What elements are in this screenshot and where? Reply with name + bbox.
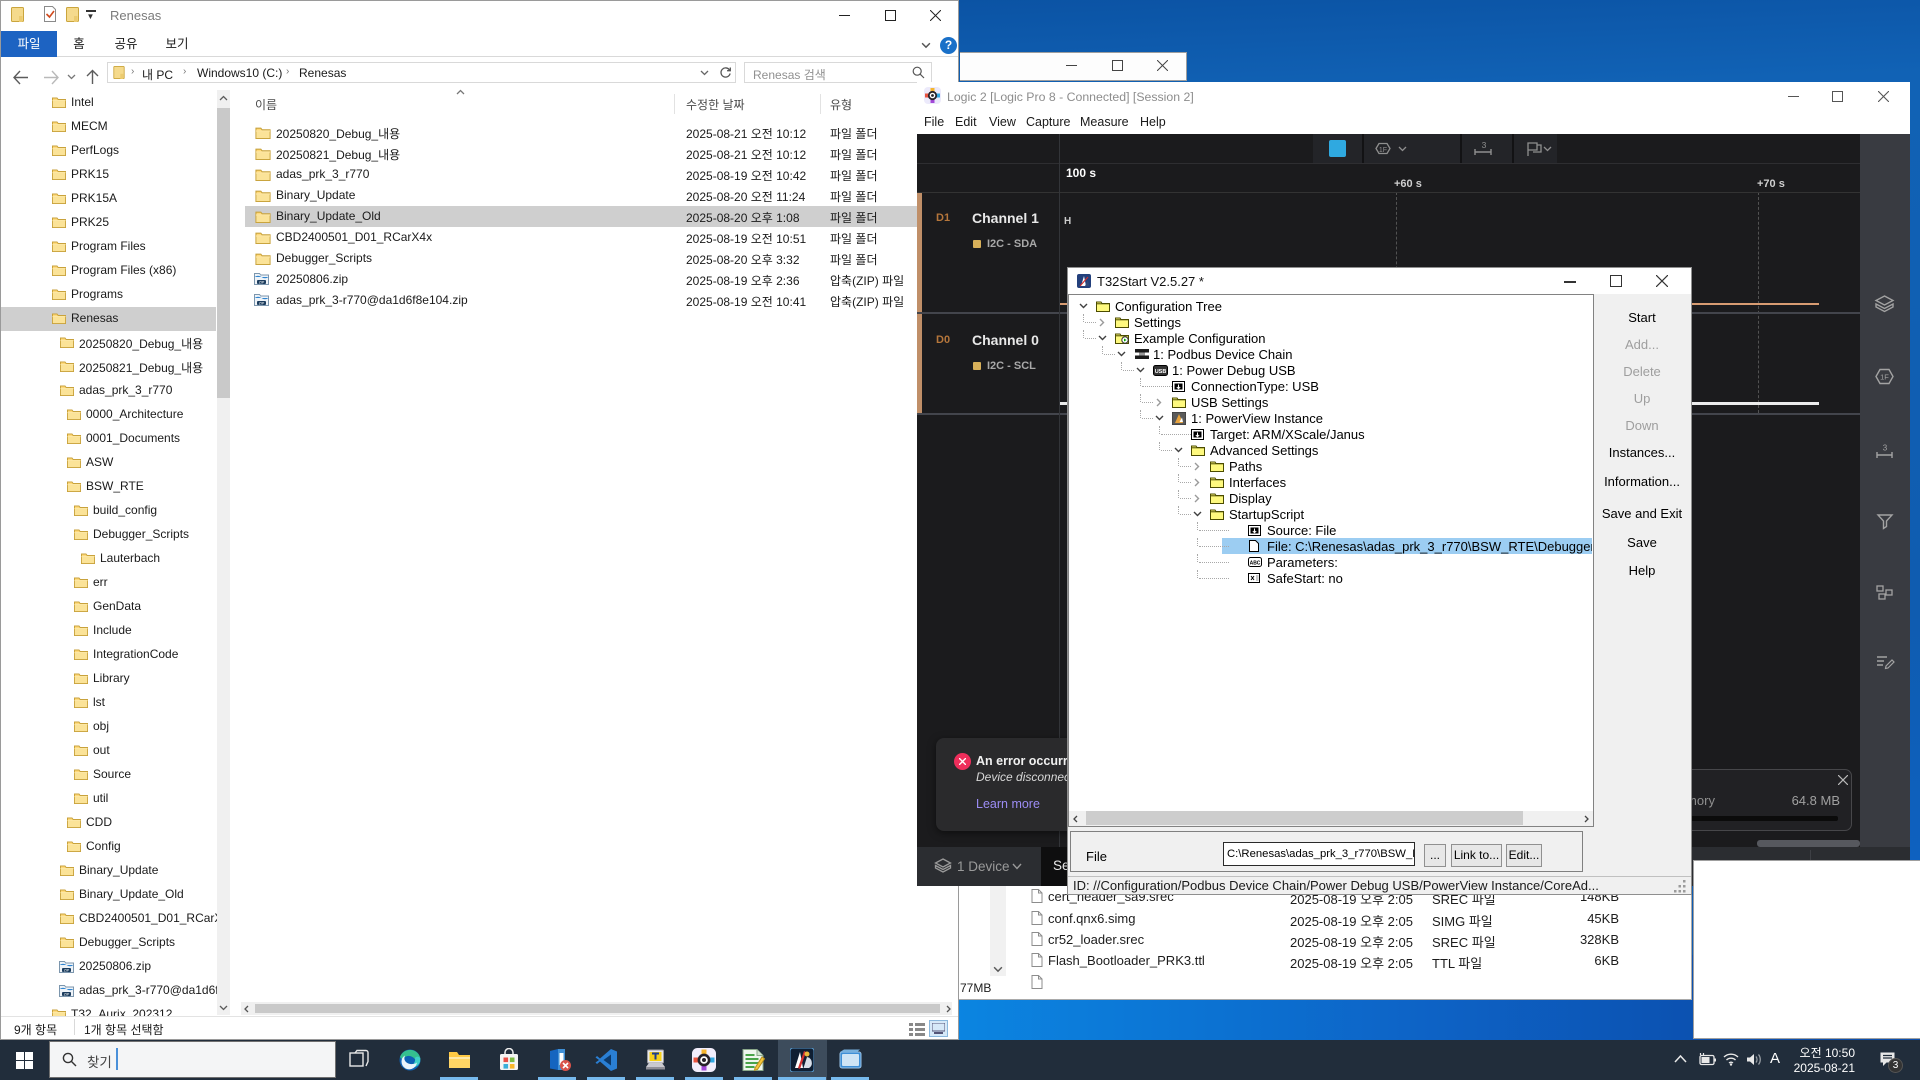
svg-text:ZIP: ZIP <box>259 301 265 305</box>
svg-text:ZIP: ZIP <box>259 280 265 284</box>
svg-text:3: 3 <box>1883 444 1888 453</box>
svg-text:ABC: ABC <box>1250 561 1261 567</box>
svg-text:ZIP: ZIP <box>64 992 70 996</box>
svg-text:1F: 1F <box>1379 147 1387 154</box>
svg-text:1F: 1F <box>1880 373 1889 382</box>
svg-text:3: 3 <box>1482 140 1487 150</box>
svg-text:USB: USB <box>1155 369 1167 375</box>
svg-text:ZIP: ZIP <box>64 968 70 972</box>
